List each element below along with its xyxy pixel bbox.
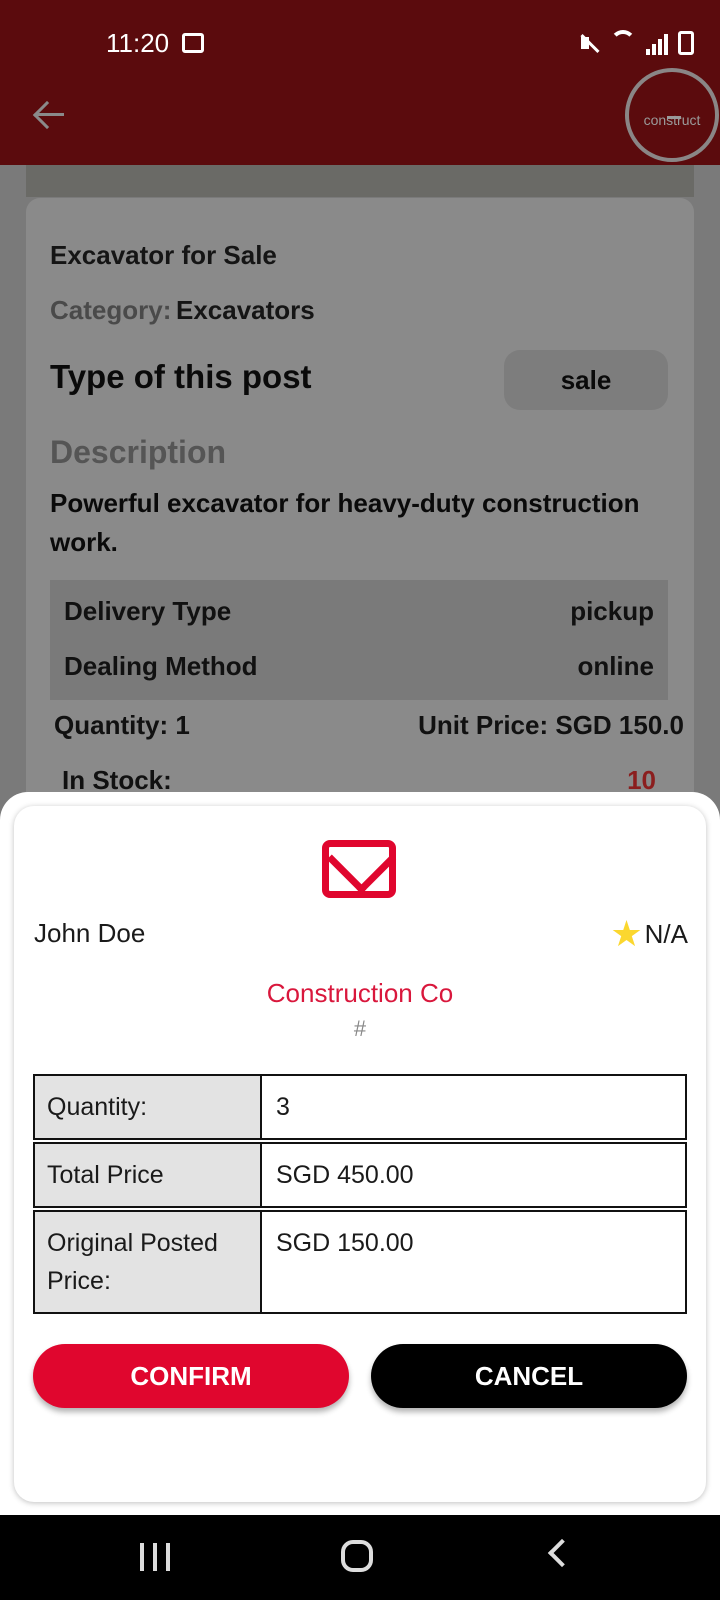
mail-icon[interactable] [322, 840, 396, 898]
nav-back-icon[interactable] [547, 1538, 577, 1568]
image-notification-icon [182, 33, 204, 53]
status-icons [578, 30, 694, 56]
category-label: Category: [50, 295, 172, 325]
table-key: Total Price [35, 1144, 262, 1206]
battery-icon [678, 31, 694, 55]
post-type-chip: sale [504, 350, 668, 410]
dealing-method-label: Dealing Method [64, 651, 258, 681]
table-value: SGD 150.00 [262, 1212, 685, 1312]
table-value: SGD 450.00 [262, 1144, 685, 1206]
cancel-button[interactable]: CANCEL [371, 1344, 687, 1408]
app-bar: 11:20 construct [0, 0, 720, 165]
seller-rating: ★ N/A [610, 916, 688, 952]
post-card: Excavator for Sale Category: Excavators … [26, 198, 694, 858]
description-label: Description [50, 434, 227, 470]
post-image [26, 165, 694, 197]
delivery-type-label: Delivery Type [64, 596, 232, 626]
wifi-icon [610, 30, 636, 56]
delivery-type-row: Delivery Type pickup [64, 596, 654, 627]
back-arrow-icon[interactable] [32, 98, 66, 132]
post-type-label: Type of this post [50, 358, 312, 395]
confirm-button[interactable]: CONFIRM [33, 1344, 349, 1408]
quantity-text: Quantity: 1 [54, 710, 190, 740]
dealing-method-value: online [577, 651, 654, 681]
star-icon: ★ [610, 913, 643, 954]
table-row: Original Posted Price: SGD 150.00 [33, 1210, 687, 1314]
order-summary-table: Quantity: 3 Total Price SGD 450.00 Origi… [33, 1074, 687, 1316]
table-key: Original Posted Price: [35, 1212, 262, 1312]
table-value: 3 [262, 1076, 685, 1138]
status-time: 11:20 [106, 28, 170, 58]
hammer-icon [667, 116, 681, 126]
table-row: Quantity: 3 [33, 1074, 687, 1140]
company-subtext: # [353, 1016, 367, 1041]
company-name: Construction Co [266, 978, 454, 1008]
post-title: Excavator for Sale [50, 240, 277, 270]
order-confirm-dialog: John Doe ★ N/A Construction Co # Quantit… [14, 806, 706, 1502]
delivery-info-box: Delivery Type pickup Dealing Method onli… [50, 580, 668, 700]
delivery-type-value: pickup [570, 596, 654, 626]
dealing-method-row: Dealing Method online [64, 651, 654, 682]
seller-name: John Doe [34, 918, 146, 948]
construct-logo: construct [625, 68, 719, 162]
signal-icon [646, 31, 668, 55]
rating-value: N/A [644, 918, 688, 949]
recent-apps-icon[interactable] [140, 1543, 170, 1571]
unit-price-text: Unit Price: SGD 150.0 [418, 710, 684, 740]
home-icon[interactable] [341, 1540, 373, 1572]
description-text: Powerful excavator for heavy-duty constr… [50, 488, 640, 557]
category-value: Excavators [176, 295, 315, 325]
table-key: Quantity: [35, 1076, 262, 1138]
mute-icon [578, 31, 600, 55]
table-row: Total Price SGD 450.00 [33, 1142, 687, 1208]
system-nav-bar [0, 1515, 720, 1600]
